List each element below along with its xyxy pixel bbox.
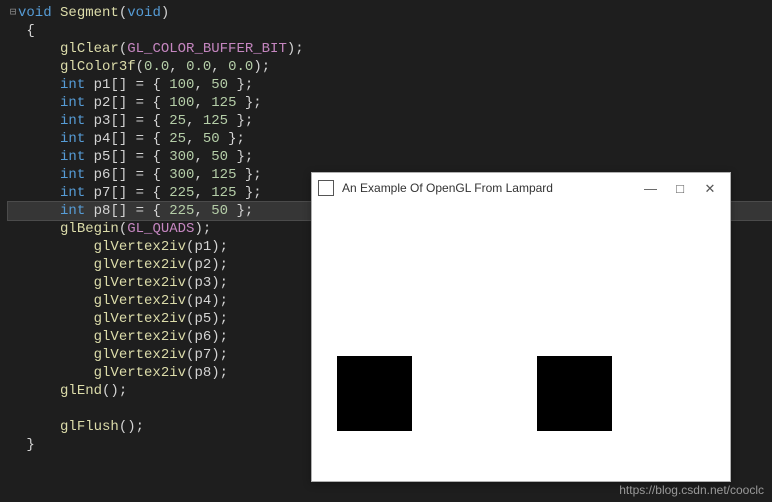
code-line[interactable]: { xyxy=(8,22,772,40)
window-title: An Example Of OpenGL From Lampard xyxy=(342,179,644,197)
quad xyxy=(337,356,412,431)
code-line[interactable]: ⊟void Segment(void) xyxy=(8,4,772,22)
code-line[interactable]: int p4[] = { 25, 50 }; xyxy=(8,130,772,148)
code-line[interactable]: int p3[] = { 25, 125 }; xyxy=(8,112,772,130)
close-button[interactable]: ✕ xyxy=(704,182,716,195)
opengl-canvas xyxy=(312,203,730,481)
quad xyxy=(537,356,612,431)
code-line[interactable]: int p5[] = { 300, 50 }; xyxy=(8,148,772,166)
titlebar[interactable]: An Example Of OpenGL From Lampard — □ ✕ xyxy=(312,173,730,203)
opengl-window: An Example Of OpenGL From Lampard — □ ✕ xyxy=(311,172,731,482)
code-line[interactable]: glClear(GL_COLOR_BUFFER_BIT); xyxy=(8,40,772,58)
watermark: https://blog.csdn.net/cooclc xyxy=(619,481,764,499)
code-line[interactable]: int p2[] = { 100, 125 }; xyxy=(8,94,772,112)
maximize-button[interactable]: □ xyxy=(674,182,686,195)
minimize-button[interactable]: — xyxy=(644,182,656,195)
code-line[interactable]: glColor3f(0.0, 0.0, 0.0); xyxy=(8,58,772,76)
code-line[interactable]: int p1[] = { 100, 50 }; xyxy=(8,76,772,94)
window-controls: — □ ✕ xyxy=(644,182,724,195)
window-icon xyxy=(318,180,334,196)
